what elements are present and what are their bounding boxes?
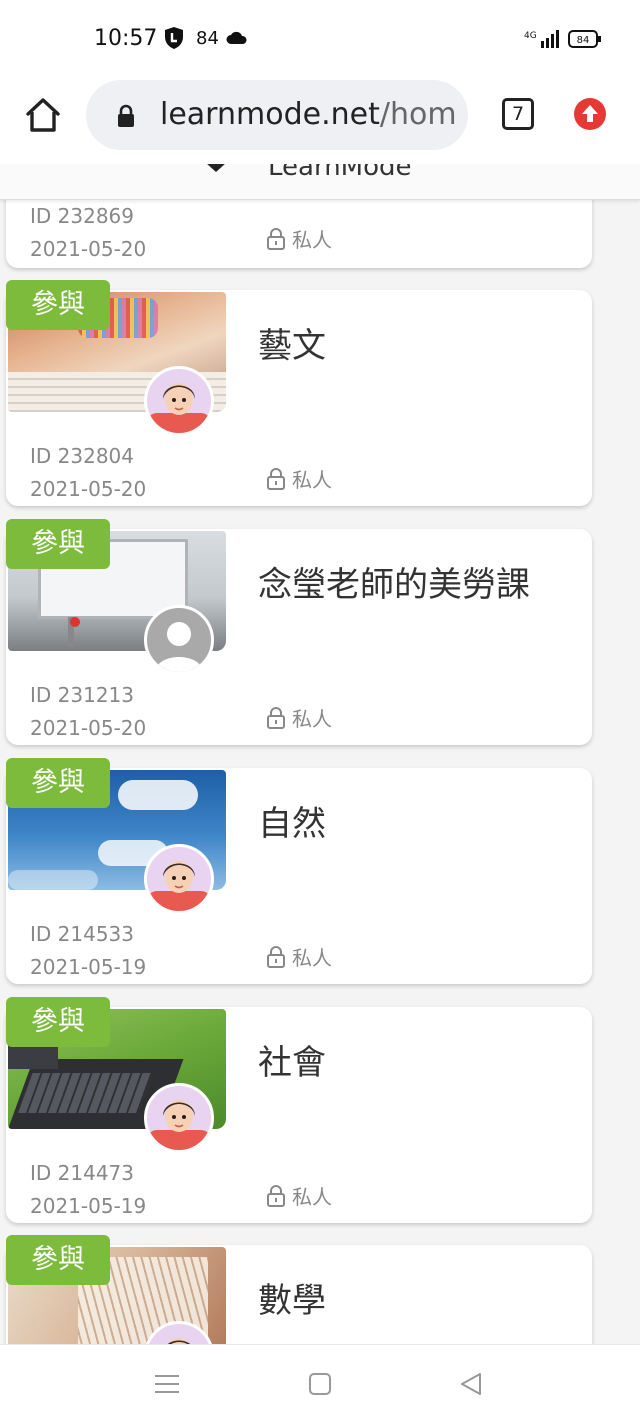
url-bar[interactable]: learnmode.net/hom bbox=[86, 80, 468, 150]
card-title: 自然 bbox=[258, 804, 326, 844]
card-id: ID 214473 bbox=[30, 1161, 135, 1185]
card-badge: 參與 bbox=[6, 280, 110, 330]
url-host: learnmode.net bbox=[160, 97, 380, 132]
signal-icon: 4G bbox=[524, 29, 562, 53]
svg-text:4G: 4G bbox=[524, 31, 537, 41]
recents-icon bbox=[309, 1373, 331, 1395]
card-date: 2021-05-19 bbox=[30, 1194, 147, 1218]
menu-icon bbox=[155, 1375, 179, 1393]
cloud-icon bbox=[226, 30, 248, 49]
card-id: ID 232804 bbox=[30, 444, 135, 468]
card-title: 社會 bbox=[258, 1043, 326, 1083]
card-privacy: 私人 bbox=[266, 703, 332, 732]
course-card[interactable]: 參與 念瑩老師的美勞課 ID 231213 2021-05-20 私人 bbox=[6, 519, 592, 745]
card-date: 2021-05-20 bbox=[30, 477, 147, 501]
course-card[interactable]: 參與 藝文 ID 232804 2021-05-20 私人 bbox=[6, 280, 592, 506]
padlock-icon bbox=[267, 227, 285, 250]
card-privacy-label: 私人 bbox=[292, 468, 332, 492]
card-date: 2021-05-19 bbox=[30, 955, 147, 979]
status-time: 10:57 bbox=[94, 26, 158, 51]
avatar bbox=[144, 1083, 214, 1153]
course-card[interactable]: 參與 社會 ID 214473 2021-05-19 私人 bbox=[6, 997, 592, 1223]
card-privacy-label: 私人 bbox=[292, 707, 332, 731]
card-privacy: 私人 bbox=[266, 942, 332, 971]
padlock-icon bbox=[267, 467, 285, 490]
card-privacy-label: 私人 bbox=[292, 946, 332, 970]
course-card[interactable]: ID 232869 2021-05-20 私人 bbox=[6, 200, 592, 268]
card-title: 念瑩老師的美勞課 bbox=[258, 565, 530, 605]
card-privacy-label: 私人 bbox=[292, 1185, 332, 1209]
card-date: 2021-05-20 bbox=[30, 237, 147, 261]
browser-toolbar: learnmode.net/hom 7 bbox=[0, 78, 640, 164]
course-list: ID 232869 2021-05-20 私人 參與 藝文 ID 232804 … bbox=[0, 200, 640, 1344]
avatar bbox=[144, 844, 214, 914]
back-icon bbox=[461, 1373, 481, 1395]
card-id: ID 214533 bbox=[30, 922, 135, 946]
card-id: ID 231213 bbox=[30, 683, 135, 707]
battery-icon: 84 bbox=[568, 30, 602, 52]
padlock-icon bbox=[267, 945, 285, 968]
home-button[interactable] bbox=[24, 96, 62, 134]
card-date: 2021-05-20 bbox=[30, 716, 147, 740]
url-text: learnmode.net/hom bbox=[160, 97, 457, 132]
course-card[interactable]: 參與 數學 bbox=[6, 1235, 592, 1344]
battery-level: 84 bbox=[577, 35, 590, 46]
tab-switcher-button[interactable]: 7 bbox=[502, 98, 534, 130]
padlock-icon bbox=[267, 706, 285, 729]
logo-icon bbox=[196, 164, 236, 172]
status-bar: 10:57 84 4G 84 bbox=[0, 0, 640, 78]
card-id: ID 232869 bbox=[30, 204, 135, 228]
lock-icon bbox=[116, 104, 136, 132]
system-nav-bar bbox=[0, 1344, 640, 1422]
padlock-icon bbox=[267, 1184, 285, 1207]
update-icon bbox=[582, 105, 598, 122]
card-privacy-label: 私人 bbox=[292, 228, 332, 252]
card-title: 藝文 bbox=[258, 326, 326, 366]
status-notif-count: 84 bbox=[196, 28, 219, 49]
site-header: LearnMode bbox=[0, 164, 640, 200]
card-privacy: 私人 bbox=[266, 224, 332, 253]
recents-button[interactable] bbox=[308, 1372, 332, 1400]
card-badge: 參與 bbox=[6, 997, 110, 1047]
back-button[interactable] bbox=[458, 1371, 484, 1401]
card-badge: 參與 bbox=[6, 758, 110, 808]
card-privacy: 私人 bbox=[266, 1181, 332, 1210]
menu-button[interactable] bbox=[154, 1373, 180, 1399]
card-title: 數學 bbox=[258, 1281, 326, 1321]
home-icon bbox=[26, 98, 60, 132]
update-button[interactable] bbox=[574, 98, 606, 130]
card-privacy: 私人 bbox=[266, 464, 332, 493]
course-card[interactable]: 參與 自然 ID 214533 2021-05-19 私人 bbox=[6, 758, 592, 984]
site-logo-text: LearnMode bbox=[268, 164, 412, 182]
url-path: /hom bbox=[379, 97, 457, 132]
card-badge: 參與 bbox=[6, 519, 110, 569]
avatar bbox=[144, 366, 214, 436]
shield-icon bbox=[164, 26, 184, 54]
avatar bbox=[144, 605, 214, 675]
card-badge: 參與 bbox=[6, 1235, 110, 1285]
